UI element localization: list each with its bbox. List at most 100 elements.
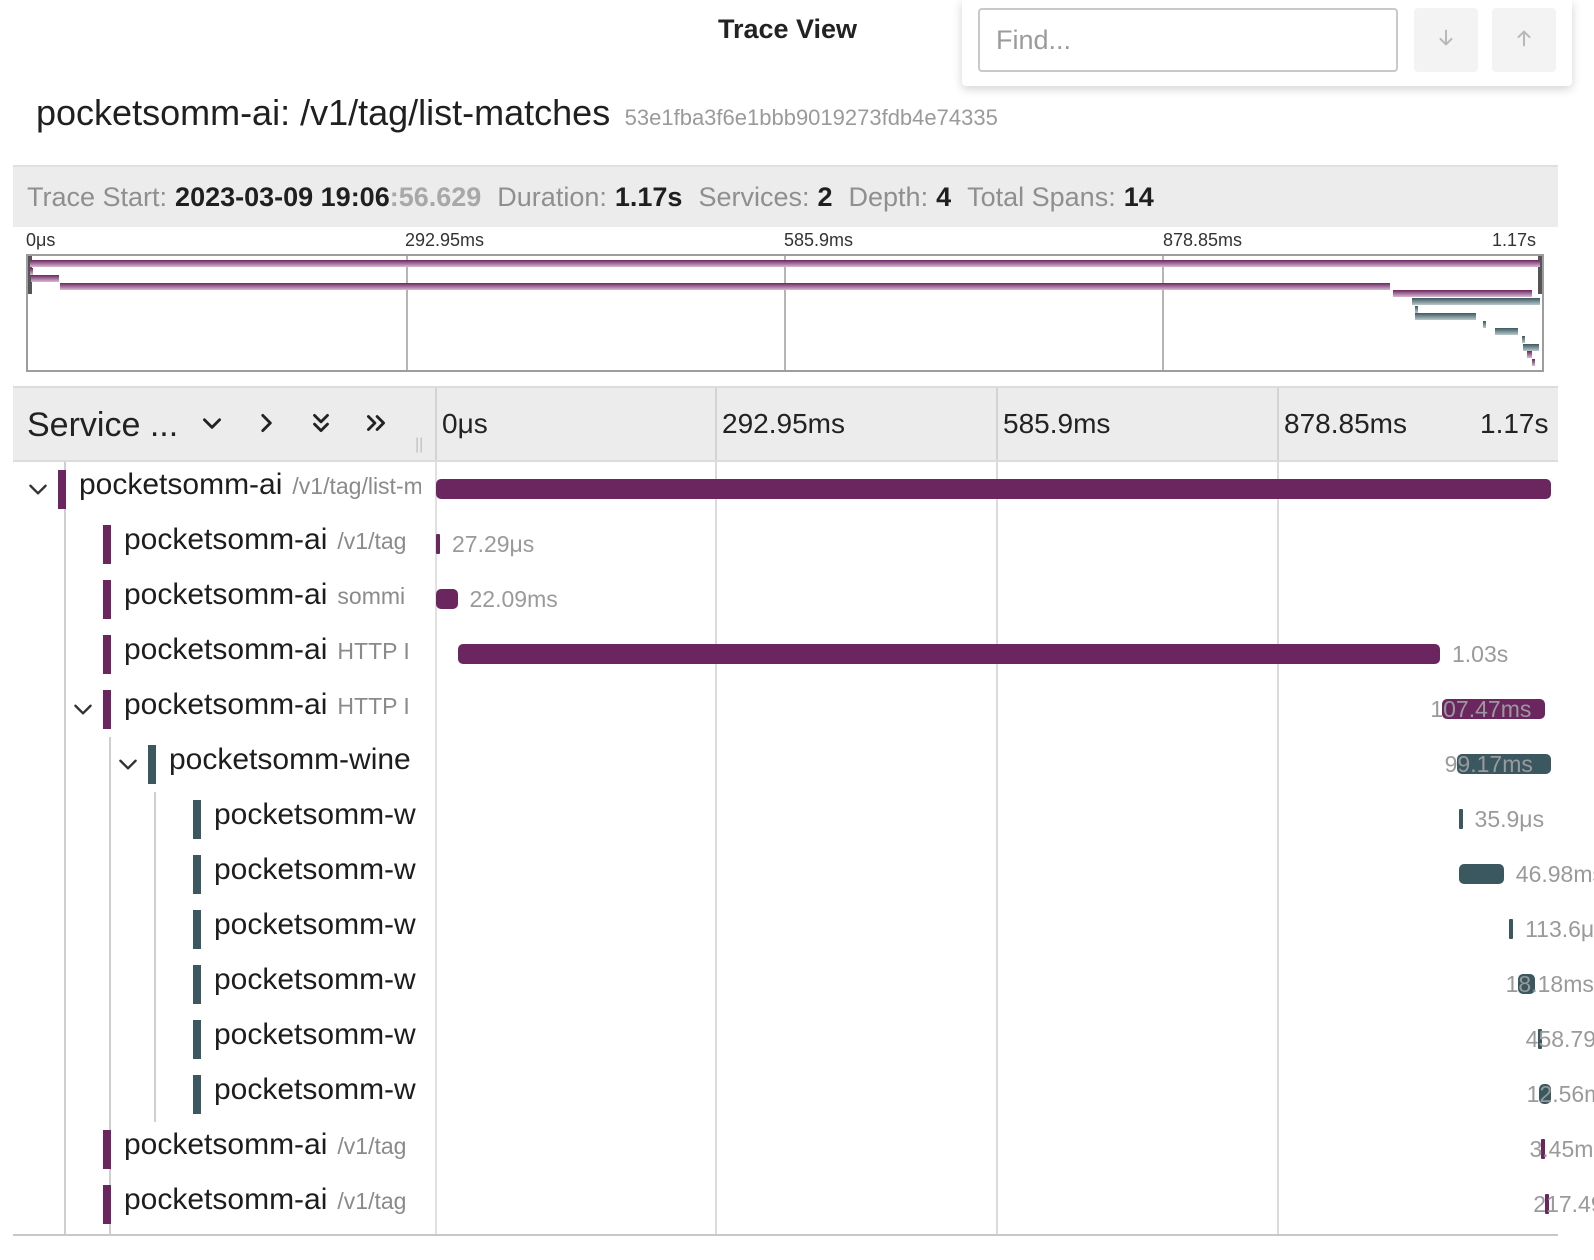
span-bar[interactable] — [1458, 809, 1463, 829]
services-value: 2 — [817, 181, 833, 212]
span-bar[interactable] — [1509, 919, 1514, 939]
total-spans-label: Total Spans: — [967, 181, 1116, 212]
span-label[interactable]: pocketsomm-w — [214, 1018, 421, 1052]
duration-value: 1.17s — [614, 181, 683, 212]
minimap-span-bar — [1527, 351, 1532, 359]
service-color-marker — [193, 1075, 201, 1114]
column-resizer[interactable]: || — [415, 436, 423, 454]
trace-minimap[interactable]: 0μs 292.95ms 585.9ms 878.85ms 1.17s — [26, 228, 1544, 374]
span-row[interactable]: pocketsomm-w 18.18ms — [13, 957, 1594, 1012]
span-service-name: pocketsomm-ai — [124, 633, 328, 666]
span-label[interactable]: pocketsomm-ai sommi — [124, 578, 421, 612]
trace-summary: Trace Start: 2023-03-09 19:06 :56.629 Du… — [13, 165, 1558, 227]
span-operation-name: /v1/tag — [337, 1133, 407, 1159]
span-label[interactable]: pocketsomm-ai/v1/tag/list-matches — [79, 468, 421, 502]
span-service-name: pocketsomm-ai — [124, 578, 328, 611]
span-bar[interactable] — [436, 479, 1551, 499]
span-label[interactable]: pocketsomm-ai HTTP I — [124, 688, 421, 722]
span-bar[interactable] — [436, 589, 458, 609]
minimap-span-bar — [1483, 320, 1487, 328]
span-row[interactable]: pocketsomm-ai HTTP I 107.47ms — [13, 682, 1558, 737]
span-label[interactable]: pocketsomm-ai/v1/tag — [124, 1183, 421, 1217]
bottom-rule — [13, 1234, 1558, 1236]
span-row[interactable]: pocketsomm-ai/v1/tag 27.29μs — [13, 517, 1558, 572]
span-row[interactable]: pocketsomm-w 12.56ms — [13, 1067, 1594, 1122]
span-label[interactable]: pocketsomm-ai/v1/tag — [124, 523, 421, 557]
minimap-tick-label: 1.17s — [1492, 230, 1537, 250]
find-next-button[interactable] — [1414, 8, 1478, 72]
service-color-marker — [103, 1130, 111, 1169]
service-color-marker — [193, 855, 201, 894]
minimap-gridline — [1162, 256, 1164, 370]
span-row[interactable]: pocketsomm-ai sommi 22.09ms — [13, 572, 1558, 627]
service-color-marker — [103, 1185, 111, 1224]
minimap-span-bar — [1523, 343, 1540, 351]
service-color-marker — [58, 470, 66, 509]
collapse-all-button[interactable] — [304, 408, 338, 442]
span-operation-name: /v1/tag — [337, 528, 407, 554]
span-service-name: pocketsomm-w — [214, 853, 416, 886]
span-operation-name: HTTP I — [337, 693, 410, 719]
span-duration-label: 35.9μs — [1474, 806, 1545, 832]
span-row[interactable]: pocketsomm-ai HTTP I 1.03s — [13, 627, 1558, 682]
minimap-span-bar — [1414, 305, 1418, 313]
span-label[interactable]: pocketsomm-w — [214, 963, 421, 997]
service-color-marker — [103, 580, 111, 619]
span-label[interactable]: pocketsomm-ai/v1/tag — [124, 1128, 421, 1162]
span-label[interactable]: pocketsomm-ai HTTP I — [124, 633, 421, 667]
minimap-span-bar — [60, 282, 1390, 290]
span-operation-name: HTTP I — [337, 638, 410, 664]
span-duration-label: 27.29μs — [452, 531, 535, 557]
span-bar[interactable] — [458, 644, 1440, 664]
expand-one-button[interactable] — [249, 408, 283, 442]
span-row[interactable]: pocketsomm-w 113.6μs — [13, 902, 1594, 957]
trace-start-label: Trace Start: — [27, 181, 168, 212]
header-gridline — [996, 388, 998, 460]
timeline-tick-label: 1.17s — [1480, 408, 1549, 439]
chevron-down-icon[interactable] — [25, 476, 53, 504]
minimap-span-bar — [1532, 358, 1536, 366]
minimap-span-bar — [1392, 290, 1532, 298]
span-bar[interactable] — [436, 534, 440, 554]
span-row[interactable]: pocketsomm-ai/v1/tag 3.45ms — [13, 1122, 1594, 1177]
arrow-up-icon — [1513, 27, 1535, 54]
span-label[interactable]: pocketsomm-w — [214, 798, 421, 832]
span-label[interactable]: pocketsomm-w — [214, 853, 421, 887]
chevron-down-icon[interactable] — [70, 696, 98, 724]
chevron-down-icon — [199, 410, 225, 441]
find-input[interactable] — [978, 8, 1398, 72]
duration-label: Duration: — [497, 181, 607, 212]
span-bar[interactable] — [1459, 864, 1504, 884]
span-row[interactable]: pocketsomm-w 458.79μs — [13, 1012, 1594, 1067]
trace-start-value: 2023-03-09 19:06 — [175, 181, 390, 212]
service-color-marker — [103, 525, 111, 564]
span-row[interactable]: pocketsomm-w 46.98ms — [13, 847, 1594, 902]
find-panel — [962, 0, 1572, 86]
arrow-down-icon — [1435, 27, 1457, 54]
span-row[interactable]: pocketsomm-ai/v1/tag/list-matches — [13, 462, 1558, 517]
span-operation-name: /v1/tag/list-matches — [292, 473, 421, 499]
chevron-right-icon — [253, 410, 279, 441]
expand-all-button[interactable] — [359, 408, 393, 442]
chevron-down-icon[interactable] — [115, 751, 143, 779]
span-label[interactable]: pocketsomm-wine — [169, 743, 421, 777]
minimap-tick-label: 878.85ms — [1163, 230, 1243, 250]
span-label[interactable]: pocketsomm-w — [214, 908, 421, 942]
span-duration-label: 18.18ms — [1505, 971, 1594, 997]
minimap-canvas[interactable] — [26, 254, 1544, 372]
span-row[interactable]: pocketsomm-wine 99.17ms — [13, 737, 1558, 792]
timeline-tick-label: 585.9ms — [1003, 408, 1111, 439]
span-duration-label: 46.98ms — [1515, 861, 1594, 887]
minimap-span-bar — [30, 260, 1540, 267]
span-row[interactable]: pocketsomm-w 35.9μs — [13, 792, 1558, 847]
service-column-title: Service ... — [27, 406, 179, 444]
span-label[interactable]: pocketsomm-w — [214, 1073, 421, 1107]
collapse-one-button[interactable] — [195, 408, 229, 442]
span-row[interactable]: pocketsomm-ai/v1/tag 217.49μs — [13, 1177, 1594, 1232]
span-rows: pocketsomm-ai/v1/tag/list-matchespockets… — [13, 462, 1594, 1234]
find-prev-button[interactable] — [1492, 8, 1556, 72]
total-spans-value: 14 — [1123, 181, 1154, 212]
minimap-tick-label: 292.95ms — [405, 230, 485, 250]
span-service-name: pocketsomm-wine — [169, 743, 411, 776]
services-label: Services: — [698, 181, 810, 212]
